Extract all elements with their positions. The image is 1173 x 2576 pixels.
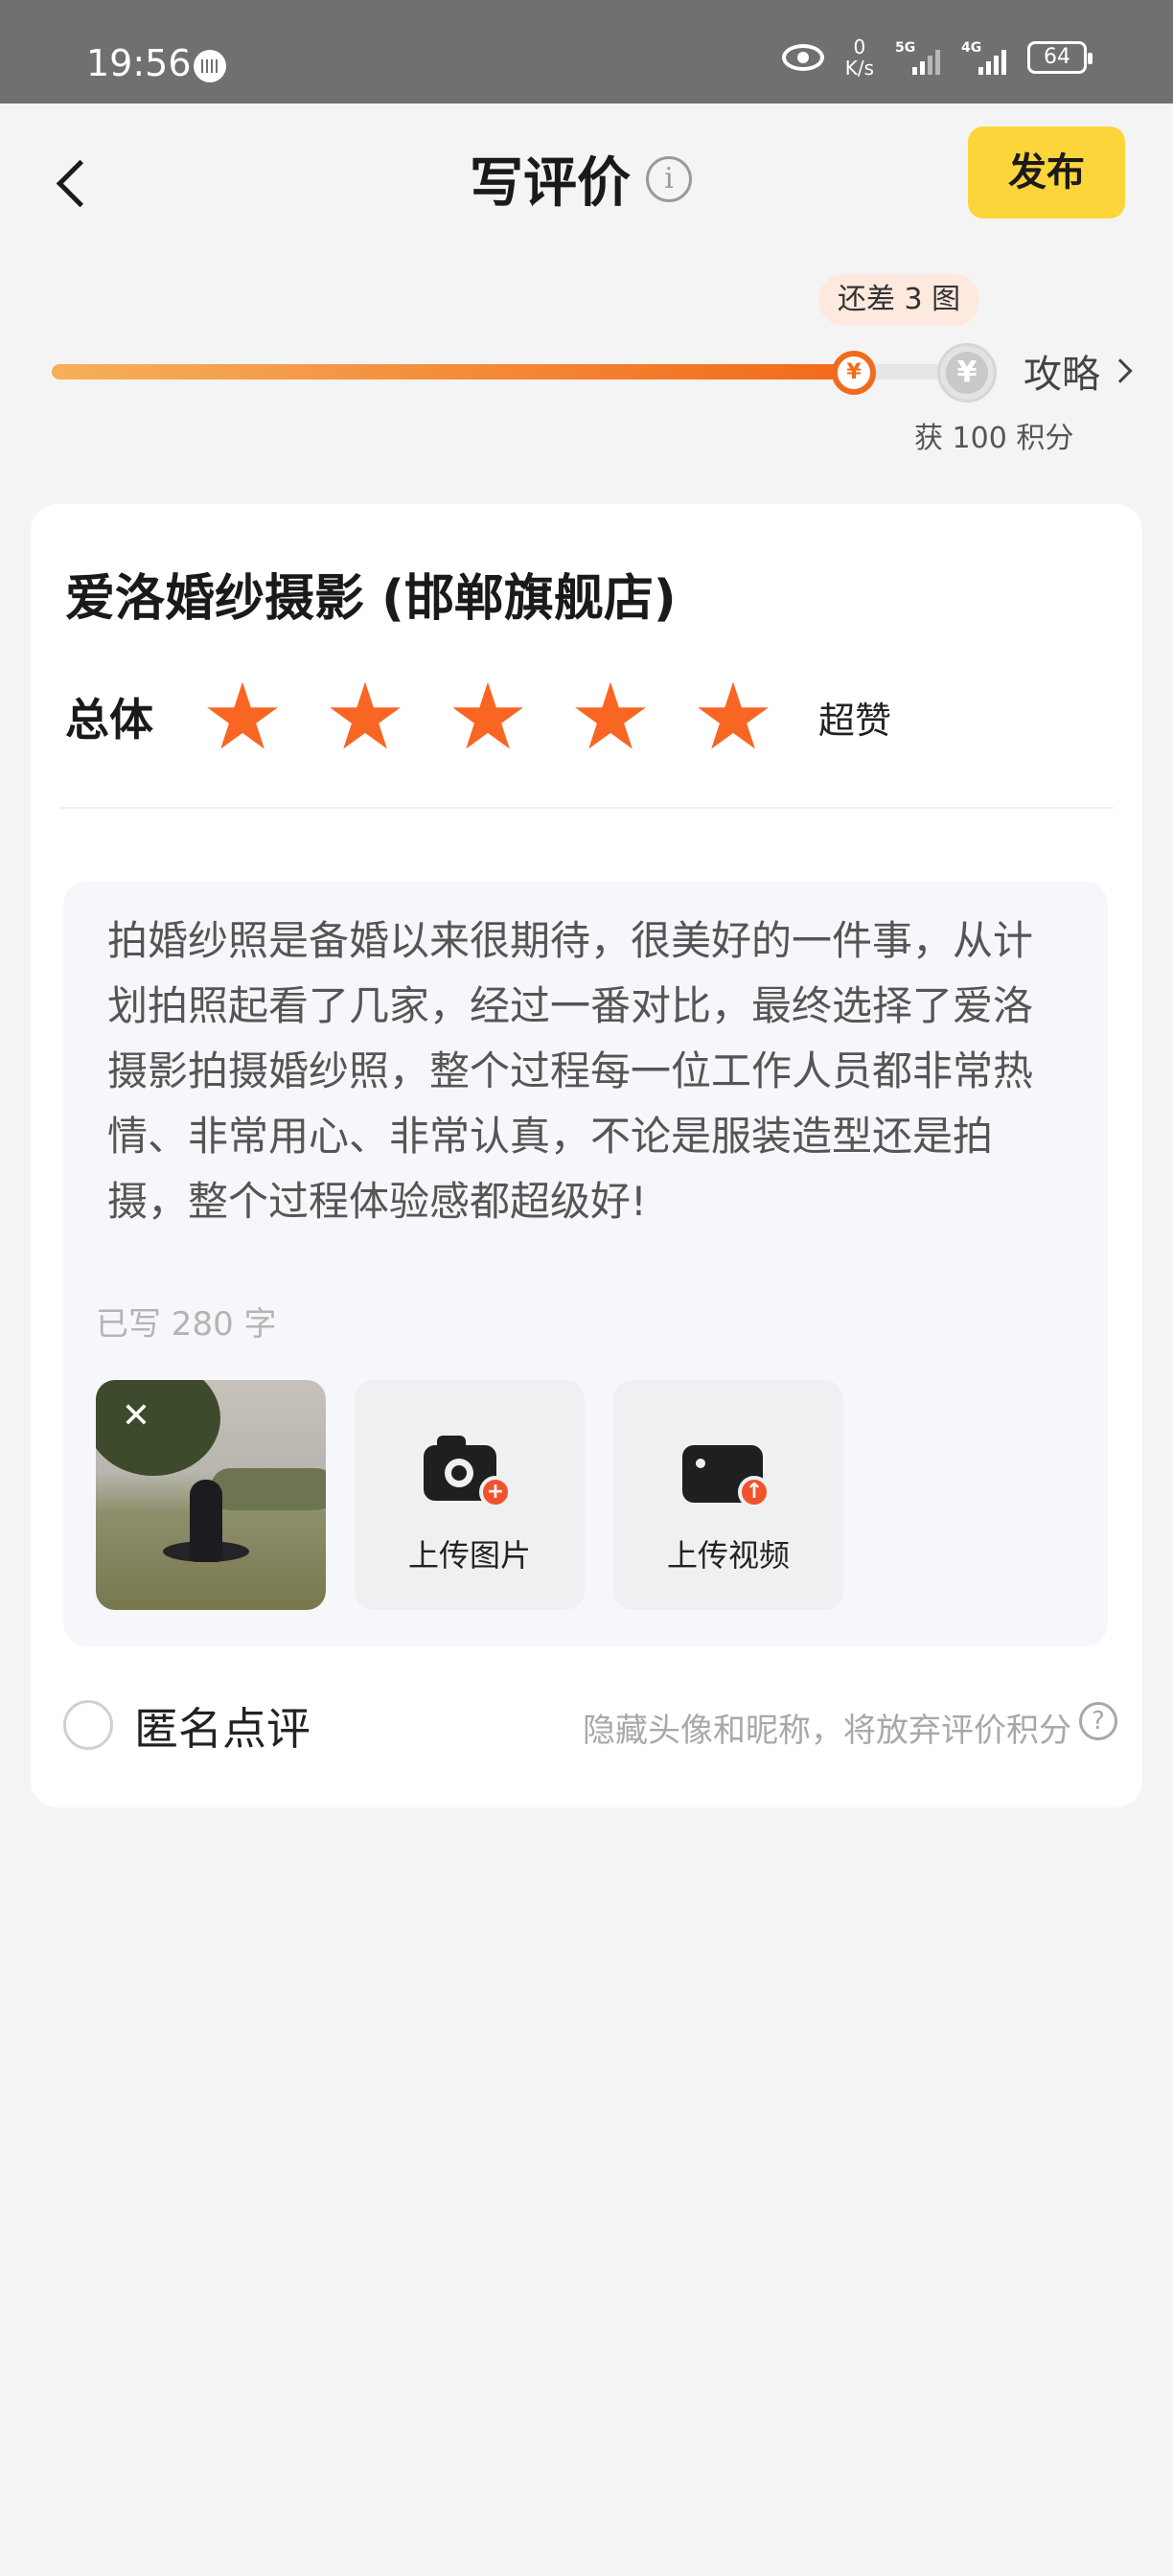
video-dot bbox=[696, 1459, 705, 1468]
camera-icon: + bbox=[424, 1432, 516, 1508]
status-time: 19:56 bbox=[86, 42, 192, 84]
review-textarea[interactable]: 拍婚纱照是备婚以来很期待，很美好的一件事，从计划拍照起看了几家，经过一番对比，最… bbox=[107, 908, 1066, 1234]
upload-video-label: 上传视频 bbox=[666, 1537, 790, 1574]
back-button[interactable] bbox=[34, 132, 119, 228]
upload-arrow-badge-icon: ↑ bbox=[738, 1476, 770, 1508]
divider bbox=[59, 807, 1114, 809]
battery-icon: 64 bbox=[1027, 41, 1092, 74]
upload-photo-button[interactable]: + 上传图片 bbox=[355, 1380, 585, 1610]
publish-button[interactable]: 发布 bbox=[968, 126, 1125, 218]
media-row: ✕ + 上传图片 ↑ 上传视频 bbox=[96, 1380, 843, 1610]
points-reward-text: 获 100 积分 bbox=[914, 422, 1074, 455]
upload-photo-label: 上传图片 bbox=[407, 1537, 531, 1574]
anonymous-label[interactable]: 匿名点评 bbox=[134, 1694, 310, 1758]
coin-goal-icon: ¥ bbox=[937, 343, 997, 402]
guide-label: 攻略 bbox=[1024, 353, 1100, 397]
nav-header: 写评价 i 发布 bbox=[0, 104, 1173, 247]
shop-name: 爱洛婚纱摄影 (邯郸旗舰店) bbox=[65, 570, 677, 628]
photo-tree bbox=[96, 1380, 220, 1476]
page-title-group: 写评价 i bbox=[470, 140, 692, 218]
info-icon[interactable]: i bbox=[646, 155, 692, 202]
chevron-right-icon bbox=[1108, 358, 1133, 383]
signal-bar bbox=[978, 67, 983, 75]
signal-bar bbox=[1001, 50, 1006, 75]
signal-bar bbox=[935, 50, 940, 75]
signal-4g-icon: 4G bbox=[961, 40, 1006, 75]
status-bar: 19:56 0 K/s 5G 4G 64 bbox=[0, 0, 1173, 104]
star-icon[interactable]: ★ bbox=[447, 671, 529, 763]
star-icon[interactable]: ★ bbox=[201, 671, 284, 763]
anonymous-row: 匿名点评 隐藏头像和昵称，将放弃评价积分 ? bbox=[63, 1689, 1117, 1756]
signal-4g-label: 4G bbox=[961, 40, 982, 56]
review-editor[interactable]: 拍婚纱照是备婚以来很期待，很美好的一件事，从计划拍照起看了几家，经过一番对比，最… bbox=[63, 882, 1108, 1646]
close-icon[interactable]: ✕ bbox=[117, 1397, 155, 1436]
signal-bar bbox=[920, 61, 925, 75]
signal-5g-icon: 5G bbox=[895, 40, 940, 75]
char-count: 已写 280 字 bbox=[96, 1305, 277, 1344]
reward-progress: 还差 3 图 ¥ ¥ 攻略 获 100 积分 bbox=[0, 268, 1173, 460]
eye-icon bbox=[781, 44, 824, 71]
uploaded-photo-thumbnail[interactable]: ✕ bbox=[96, 1380, 326, 1610]
overall-label: 总体 bbox=[65, 694, 153, 746]
photo-treeline bbox=[211, 1468, 326, 1510]
progress-fill bbox=[52, 364, 843, 380]
upload-video-button[interactable]: ↑ 上传视频 bbox=[613, 1380, 843, 1610]
audio-recording-icon bbox=[194, 50, 226, 82]
page-title: 写评价 bbox=[470, 152, 631, 215]
signal-bar bbox=[994, 56, 999, 75]
star-icon[interactable]: ★ bbox=[569, 671, 652, 763]
anonymous-hint: 隐藏头像和昵称，将放弃评价积分 bbox=[583, 1712, 1071, 1750]
coin-marker-icon: ¥ bbox=[832, 351, 876, 395]
progress-tip: 还差 3 图 bbox=[818, 274, 980, 326]
guide-link[interactable]: 攻略 bbox=[1024, 343, 1133, 399]
star-icon[interactable]: ★ bbox=[324, 671, 406, 763]
network-speed-unit: K/s bbox=[844, 57, 874, 80]
overall-rating-row: 总体 ★ ★ ★ ★ ★ 超赞 bbox=[65, 669, 1110, 765]
signal-bar bbox=[912, 67, 917, 75]
star-icon[interactable]: ★ bbox=[692, 671, 774, 763]
camera-lens bbox=[445, 1459, 473, 1487]
signal-5g-label: 5G bbox=[895, 40, 916, 56]
photo-couple bbox=[190, 1480, 222, 1562]
signal-bar bbox=[986, 61, 991, 75]
star-rating: ★ ★ ★ ★ ★ bbox=[201, 671, 774, 763]
rating-text: 超赞 bbox=[818, 699, 892, 742]
plus-badge-icon: + bbox=[479, 1476, 512, 1508]
network-speed: 0 K/s bbox=[845, 36, 874, 79]
review-card: 爱洛婚纱摄影 (邯郸旗舰店) 总体 ★ ★ ★ ★ ★ 超赞 拍婚纱照是备婚以来… bbox=[31, 504, 1142, 1807]
status-indicators: 0 K/s 5G 4G 64 bbox=[781, 36, 1092, 79]
help-icon[interactable]: ? bbox=[1079, 1702, 1117, 1740]
video-icon: ↑ bbox=[682, 1432, 774, 1508]
signal-bar bbox=[928, 56, 932, 75]
anonymous-radio[interactable] bbox=[63, 1700, 113, 1750]
network-speed-value: 0 bbox=[853, 35, 866, 58]
